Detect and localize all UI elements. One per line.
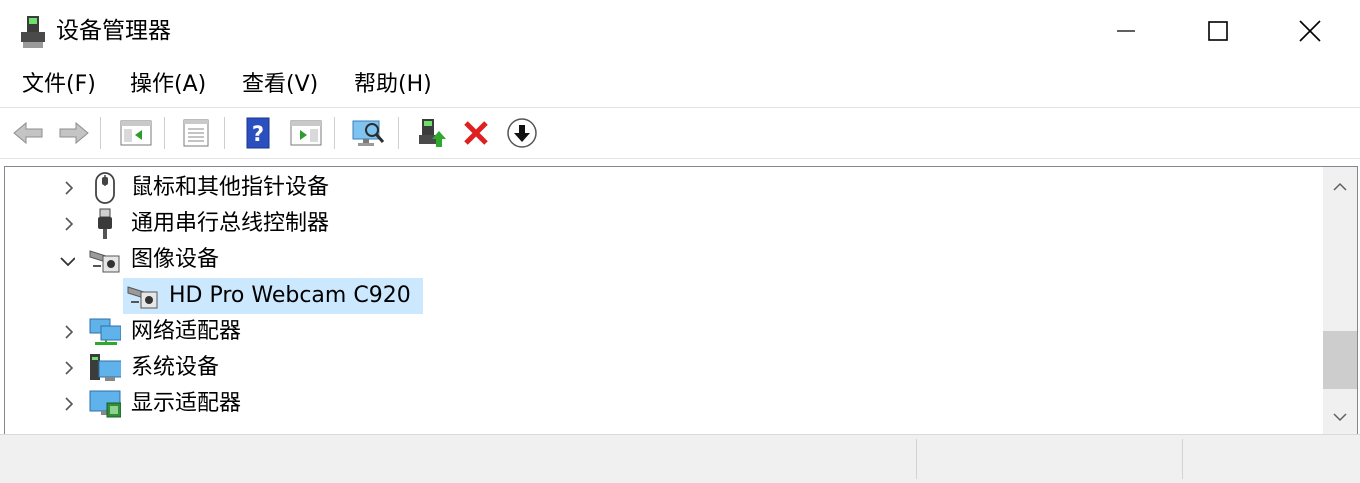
tree-item-label[interactable]: HD Pro Webcam C920 <box>169 278 411 314</box>
expand-chevron-icon[interactable] <box>61 180 77 196</box>
status-cell-divider <box>1182 439 1183 479</box>
delete-x-icon <box>464 121 488 145</box>
scrollbar-thumb[interactable] <box>1323 331 1357 389</box>
menu-help[interactable]: 帮助(H) <box>354 70 432 100</box>
minimize-icon <box>1117 30 1135 32</box>
tree-item-label[interactable]: 网络适配器 <box>131 314 241 350</box>
minimize-button[interactable] <box>1080 0 1172 62</box>
expand-chevron-icon[interactable] <box>61 324 77 340</box>
toolbar-separator <box>0 158 1360 159</box>
camera-icon <box>127 280 159 312</box>
toolbar: ? <box>0 108 1360 158</box>
usb-icon <box>89 208 121 240</box>
toolbar-divider <box>334 117 335 149</box>
system-device-icon <box>89 352 121 384</box>
tree-item-label[interactable]: 显示适配器 <box>131 386 241 422</box>
disable-device-icon <box>507 118 537 148</box>
menu-file[interactable]: 文件(F) <box>22 70 96 100</box>
mouse-icon <box>89 172 121 204</box>
tree-item-label[interactable]: 系统设备 <box>131 350 219 386</box>
toolbar-divider <box>164 117 165 149</box>
tree-item-label[interactable]: 通用串行总线控制器 <box>131 206 329 242</box>
update-driver-button[interactable] <box>414 116 450 150</box>
scroll-down-arrow-icon[interactable] <box>1333 407 1347 426</box>
expand-chevron-icon[interactable] <box>61 216 77 232</box>
help-button[interactable]: ? <box>240 116 276 150</box>
scan-monitor-icon <box>352 120 385 146</box>
uninstall-device-button[interactable] <box>458 116 494 150</box>
device-tree[interactable]: 鼠标和其他指针设备 通用串行总线控制器 图像设备 HD Pro Webcam C… <box>4 166 1358 436</box>
toolbar-divider <box>398 117 399 149</box>
forward-arrow-icon <box>59 121 89 145</box>
toolbar-divider <box>100 117 101 149</box>
menu-view[interactable]: 查看(V) <box>242 70 318 100</box>
expand-chevron-icon[interactable] <box>61 396 77 412</box>
help-icon: ? <box>246 117 270 149</box>
toolbar-divider <box>224 117 225 149</box>
camera-icon <box>89 244 121 276</box>
properties-button[interactable] <box>178 116 214 150</box>
action-pane-icon <box>290 120 322 146</box>
back-arrow-icon <box>13 121 43 145</box>
close-icon <box>1299 20 1321 42</box>
disable-device-button[interactable] <box>504 116 540 150</box>
properties-icon <box>183 119 209 147</box>
network-adapter-icon <box>89 316 121 348</box>
maximize-button[interactable] <box>1172 0 1264 62</box>
show-hide-console-tree-button[interactable] <box>118 116 154 150</box>
forward-button[interactable] <box>56 116 92 150</box>
scan-hardware-changes-button[interactable] <box>350 116 386 150</box>
collapse-chevron-icon[interactable] <box>59 254 75 270</box>
status-cell-divider <box>916 439 917 479</box>
display-adapter-icon <box>89 388 121 420</box>
svg-text:?: ? <box>252 122 264 146</box>
close-button[interactable] <box>1264 0 1356 62</box>
vertical-scrollbar[interactable] <box>1323 167 1357 435</box>
tree-item-label[interactable]: 图像设备 <box>131 242 219 278</box>
tree-item-label[interactable]: 鼠标和其他指针设备 <box>131 170 329 206</box>
scroll-up-arrow-icon[interactable] <box>1333 177 1347 196</box>
device-manager-app-icon <box>18 14 48 50</box>
back-button[interactable] <box>10 116 46 150</box>
console-tree-icon <box>120 120 152 146</box>
window-title: 设备管理器 <box>56 18 171 44</box>
update-driver-icon <box>419 119 446 147</box>
menu-action[interactable]: 操作(A) <box>130 70 206 100</box>
expand-chevron-icon[interactable] <box>61 360 77 376</box>
menu-bar: 文件(F) 操作(A) 查看(V) 帮助(H) <box>0 62 1360 108</box>
maximize-icon <box>1208 21 1228 41</box>
status-bar <box>0 434 1360 483</box>
title-bar[interactable]: 设备管理器 <box>0 0 1360 62</box>
show-action-pane-button[interactable] <box>288 116 324 150</box>
